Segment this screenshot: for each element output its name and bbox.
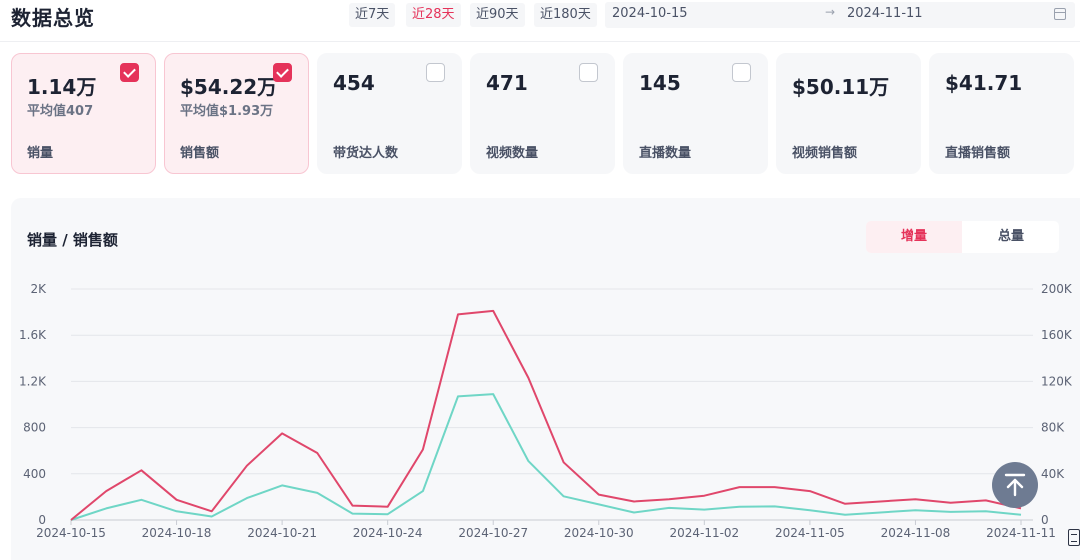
metric-card-video-sales: $50.11万 视频销售额 (776, 53, 921, 174)
x-tick-label: 2024-10-18 (142, 526, 212, 540)
metric-value: 1.14万 (27, 75, 97, 99)
metric-label: 直播数量 (639, 146, 692, 161)
date-range-picker[interactable]: 2024-10-15 → 2024-11-11 (605, 2, 1075, 28)
x-tick-label: 2024-11-08 (881, 526, 951, 540)
y-left-tick-label: 0 (38, 513, 46, 527)
x-tick-label: 2024-10-15 (36, 526, 106, 540)
metric-card-influencers[interactable]: 454 带货达人数 (317, 53, 462, 174)
y-left-tick-label: 1.6K (19, 328, 47, 342)
metric-card-sales-volume[interactable]: 1.14万 平均值407 销量 (11, 53, 156, 174)
metric-label: 销售额 (180, 146, 220, 161)
metric-label: 销量 (27, 146, 54, 161)
y-right-tick-label: 0 (1041, 513, 1049, 527)
arrow-right-icon: → (825, 5, 836, 19)
x-tick-label: 2024-11-02 (669, 526, 739, 540)
y-left-tick-label: 1.2K (19, 374, 47, 388)
series-line-sales-volume[interactable] (70, 309, 1022, 521)
document-list-icon[interactable] (1068, 529, 1080, 546)
x-tick-label: 2024-10-24 (353, 526, 423, 540)
start-date[interactable]: 2024-10-15 (612, 6, 688, 21)
y-right-tick-label: 200K (1041, 282, 1073, 296)
page-title: 数据总览 (11, 6, 95, 30)
range-90-days[interactable]: 近90天 (470, 3, 525, 27)
metric-checkbox[interactable] (273, 63, 292, 82)
y-left-tick-label: 800 (23, 421, 46, 435)
metric-label: 带货达人数 (333, 146, 399, 161)
metric-checkbox[interactable] (426, 63, 445, 82)
y-right-tick-label: 120K (1041, 374, 1073, 388)
metric-average: 平均值$1.93万 (180, 104, 274, 119)
scroll-to-top-button[interactable] (992, 462, 1038, 508)
metric-card-sales-amount[interactable]: $54.22万 平均值$1.93万 销售额 (164, 53, 309, 174)
metric-value: $41.71 (945, 71, 1023, 95)
x-tick-label: 2024-11-05 (775, 526, 845, 540)
metric-label: 直播销售额 (945, 146, 1011, 161)
metric-card-livestreams[interactable]: 145 直播数量 (623, 53, 768, 174)
x-tick-label: 2024-10-30 (564, 526, 634, 540)
chart-panel: 销量 / 销售额 增量 总量 0 400 800 1.2K 1.6K 2K 0 40K 80K 1… (11, 198, 1080, 560)
range-7-days[interactable]: 近7天 (349, 3, 396, 27)
metric-value: 145 (639, 71, 681, 95)
metric-card-videos[interactable]: 471 视频数量 (470, 53, 615, 174)
metric-checkbox[interactable] (579, 63, 598, 82)
range-28-days[interactable]: 近28天 (406, 3, 461, 27)
range-180-days[interactable]: 近180天 (534, 3, 597, 27)
metric-checkbox[interactable] (732, 63, 751, 82)
metric-value: 454 (333, 71, 375, 95)
x-tick-label: 2024-10-27 (458, 526, 528, 540)
y-left-tick-label: 2K (30, 282, 47, 296)
metric-value: $50.11万 (792, 75, 890, 99)
line-chart: 0 400 800 1.2K 1.6K 2K 0 40K 80K 120K 160K 200K 2024… (19, 282, 1073, 540)
y-right-tick-label: 80K (1041, 421, 1065, 435)
metric-value: 471 (486, 71, 528, 95)
x-tick-label: 2024-11-11 (986, 526, 1056, 540)
header: 数据总览 近7天 近28天 近90天 近180天 2024-10-15 → 20… (0, 0, 1080, 42)
metric-checkbox[interactable] (120, 63, 139, 82)
x-tick-label: 2024-10-21 (247, 526, 317, 540)
metric-label: 视频销售额 (792, 146, 858, 161)
metric-value: $54.22万 (180, 75, 278, 99)
y-left-tick-label: 400 (23, 467, 46, 481)
metric-card-live-sales: $41.71 直播销售额 (929, 53, 1074, 174)
y-right-tick-label: 40K (1041, 467, 1065, 481)
y-right-tick-label: 160K (1041, 328, 1073, 342)
end-date[interactable]: 2024-11-11 (847, 6, 923, 21)
arrow-up-icon (1004, 473, 1026, 497)
calendar-icon[interactable] (1054, 8, 1066, 20)
metric-label: 视频数量 (486, 146, 539, 161)
metric-average: 平均值407 (27, 104, 94, 119)
